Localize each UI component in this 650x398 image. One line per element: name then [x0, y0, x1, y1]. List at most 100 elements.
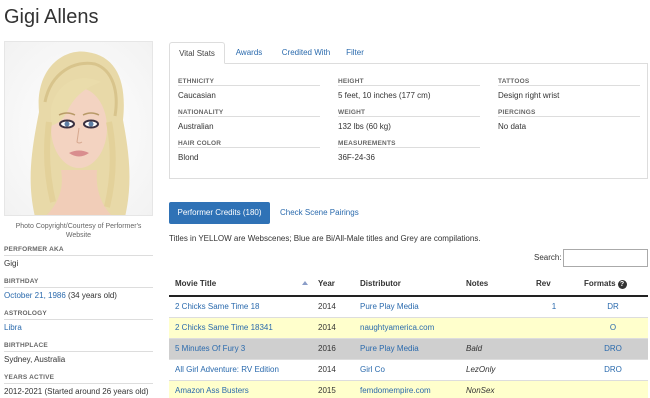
column-header-formats[interactable]: Formats? [578, 272, 648, 297]
astrology-label: Astrology [4, 308, 153, 320]
column-header-year[interactable]: Year [312, 272, 354, 297]
movie-title-link[interactable]: Amazon Ass Busters [175, 386, 249, 395]
notes-cell-cell [460, 316, 530, 338]
formats-link[interactable]: DR [607, 302, 619, 311]
photo-credit: Photo Copyright/Courtesy of Performer's … [15, 223, 142, 239]
birthday-link[interactable]: October 21, 1986 [4, 291, 66, 300]
year-cell-cell: 2014 [312, 316, 354, 338]
tab-credited-with[interactable]: Credited With [273, 42, 339, 64]
tattoos-label: Tattoos [498, 77, 640, 86]
color-legend: Titles in YELLOW are Webscenes; Blue are… [169, 234, 481, 243]
review-cell: 1 [530, 295, 578, 317]
distributor-cell: Pure Play Media [354, 295, 460, 317]
sort-ascending-icon [302, 281, 308, 285]
page-title: Gigi Allens [4, 6, 99, 28]
stats-column-1: Ethnicity Caucasian Nationality Australi… [178, 77, 320, 170]
distributor-cell: Pure Play Media [354, 337, 460, 359]
formats-link[interactable]: O [610, 323, 616, 332]
search-input[interactable] [563, 249, 648, 267]
distributor-link[interactable]: Pure Play Media [360, 344, 419, 353]
astrology-link[interactable]: Libra [4, 323, 22, 332]
vital-stats-panel: Ethnicity Caucasian Nationality Australi… [169, 63, 648, 179]
aka-value: Gigi [4, 259, 19, 268]
age-text: (34 years old) [65, 291, 117, 300]
distributor-link[interactable]: Pure Play Media [360, 302, 419, 311]
table-row: 5 Minutes Of Fury 3 2016 Pure Play Media Ba… [169, 337, 648, 359]
formats-link[interactable]: DRO [604, 344, 622, 353]
nationality-value: Australian [178, 122, 214, 131]
birthplace-value: Sydney, Australia [4, 355, 66, 364]
notes-cell-cell: NonSex [460, 379, 530, 398]
column-formats-label: Formats [584, 278, 616, 288]
movie-title-link[interactable]: 2 Chicks Same Time 18 [175, 302, 259, 311]
performer-info: Performer AKA Gigi Birthday October 21, … [4, 244, 153, 398]
column-header-distributor[interactable]: Distributor [354, 272, 460, 297]
movie-title-cell: 2 Chicks Same Time 18 [169, 295, 312, 317]
birthday-value: October 21, 1986 (34 years old) [4, 288, 153, 308]
tab-awards[interactable]: Awards [227, 42, 271, 64]
review-cell [530, 358, 578, 380]
stats-column-2: Height 5 feet, 10 inches (177 cm) Weight… [338, 77, 480, 170]
notes-cell-cell: Bald [460, 337, 530, 359]
hair-color-label: Hair Color [178, 139, 320, 148]
movie-title-cell: Amazon Ass Busters [169, 379, 312, 398]
tab-vital-stats[interactable]: Vital Stats [169, 42, 225, 64]
measurements-label: Measurements [338, 139, 480, 148]
movie-title-link[interactable]: 2 Chicks Same Time 18341 [175, 323, 273, 332]
movie-title-link[interactable]: 5 Minutes Of Fury 3 [175, 344, 245, 353]
search-label: Search: [534, 253, 562, 262]
column-header-notes[interactable]: Notes [460, 272, 530, 297]
notes-cell-cell: LezOnly [460, 358, 530, 380]
notes-cell-cell [460, 295, 530, 317]
hair-color-value: Blond [178, 153, 199, 162]
column-header-rev[interactable]: Rev [530, 272, 578, 297]
distributor-link[interactable]: femdomempire.com [360, 386, 431, 395]
height-value: 5 feet, 10 inches (177 cm) [338, 91, 431, 100]
ethnicity-label: Ethnicity [178, 77, 320, 86]
review-link[interactable]: 1 [552, 302, 556, 311]
formats-cell: DRO [578, 337, 648, 359]
height-label: Height [338, 77, 480, 86]
year-cell-cell: 2016 [312, 337, 354, 359]
stats-column-3: Tattoos Design right wrist Piercings No … [498, 77, 640, 139]
scene-pairings-link[interactable]: Check Scene Pairings [280, 202, 359, 224]
formats-cell: DR [578, 295, 648, 317]
table-row: 2 Chicks Same Time 18 2014 Pure Play Media… [169, 295, 648, 317]
table-row: Amazon Ass Busters 2015 femdomempire.com No… [169, 379, 648, 398]
piercings-label: Piercings [498, 108, 640, 117]
movie-title-cell: 5 Minutes Of Fury 3 [169, 337, 312, 359]
table-row: All Girl Adventure: RV Edition 2014 Girl C… [169, 358, 648, 380]
year-cell-cell: 2015 [312, 379, 354, 398]
table-row: 2 Chicks Same Time 18341 2014 naughtyameri… [169, 316, 648, 338]
column-header-title[interactable]: Movie Title [169, 272, 312, 297]
review-cell [530, 316, 578, 338]
distributor-cell: naughtyamerica.com [354, 316, 460, 338]
aka-label: Performer AKA [4, 244, 153, 256]
credits-table: Movie Title Year Distributor Notes Rev F… [169, 272, 648, 398]
astrology-value: Libra [4, 320, 153, 340]
formats-link[interactable]: DRO [604, 365, 622, 374]
distributor-link[interactable]: naughtyamerica.com [360, 323, 434, 332]
review-cell [530, 337, 578, 359]
formats-cell: O [578, 316, 648, 338]
nationality-label: Nationality [178, 108, 320, 117]
tab-filter[interactable]: Filter [341, 42, 369, 64]
movie-title-link[interactable]: All Girl Adventure: RV Edition [175, 365, 279, 374]
distributor-cell: Girl Co [354, 358, 460, 380]
tattoos-value: Design right wrist [498, 91, 560, 100]
years-active-value: 2012-2021 (Started around 26 years old) [4, 387, 149, 396]
ethnicity-value: Caucasian [178, 91, 216, 100]
year-cell-cell: 2014 [312, 295, 354, 317]
birthplace-label: Birthplace [4, 340, 153, 352]
table-header-row: Movie Title Year Distributor Notes Rev F… [169, 272, 648, 297]
distributor-link[interactable]: Girl Co [360, 365, 385, 374]
movie-title-cell: 2 Chicks Same Time 18341 [169, 316, 312, 338]
birthday-label: Birthday [4, 276, 153, 288]
year-cell-cell: 2014 [312, 358, 354, 380]
weight-label: Weight [338, 108, 480, 117]
weight-value: 132 lbs (60 kg) [338, 122, 391, 131]
help-icon[interactable]: ? [617, 279, 627, 289]
distributor-cell: femdomempire.com [354, 379, 460, 398]
column-title-label: Movie Title [175, 279, 217, 288]
performer-credits-button[interactable]: Performer Credits (180) [169, 202, 270, 224]
